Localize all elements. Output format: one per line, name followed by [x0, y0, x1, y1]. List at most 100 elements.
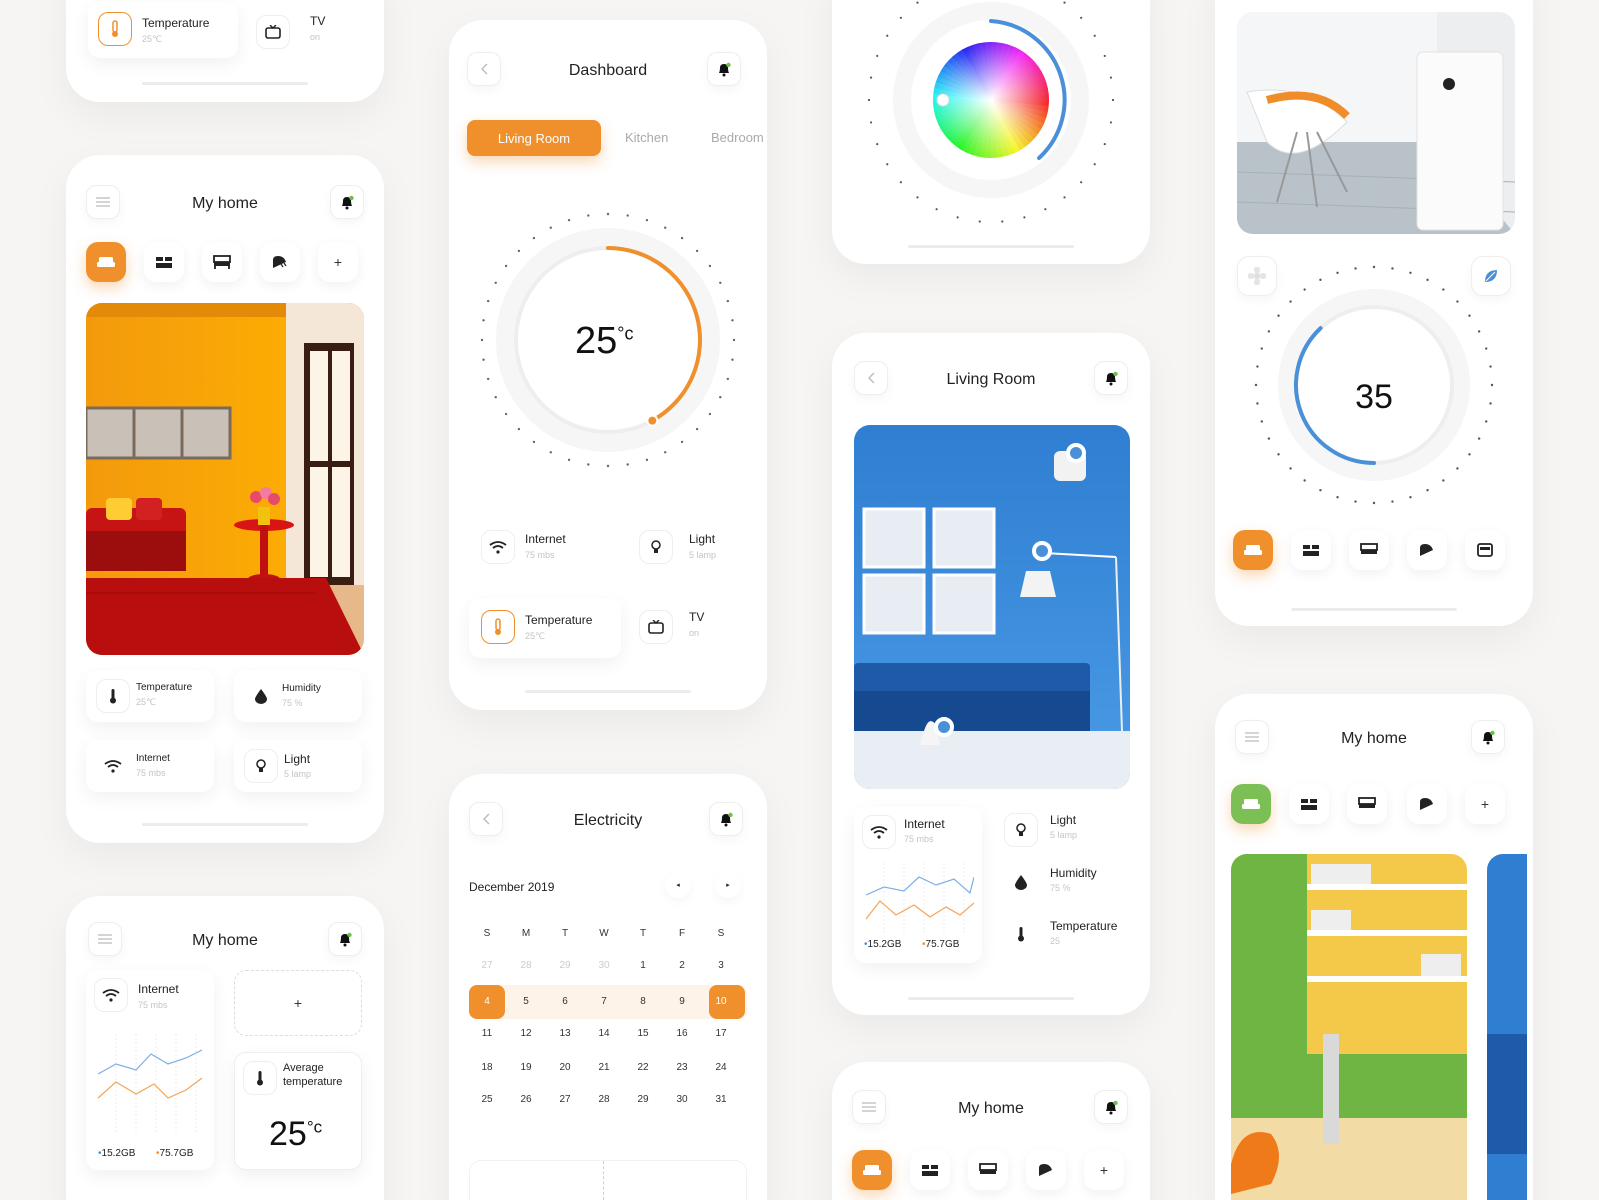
device-hotspot[interactable]	[934, 717, 954, 737]
calendar-day[interactable]: 18	[471, 1062, 503, 1073]
room-bedroom-button[interactable]	[1347, 784, 1387, 824]
tab-living-room[interactable]: Living Room	[467, 120, 601, 156]
bulb-icon[interactable]	[639, 530, 673, 564]
calendar-day[interactable]: 9	[666, 996, 698, 1007]
average-temperature-tile[interactable]: Average temperature 25°c	[234, 1052, 362, 1170]
light-tile[interactable]: Light 5 lamp	[234, 740, 362, 792]
calendar-day[interactable]: 1	[627, 960, 659, 971]
calendar-day[interactable]: 24	[705, 1062, 737, 1073]
calendar-day[interactable]: 5	[510, 996, 542, 1007]
internet-chart-tile[interactable]: Internet 75 mbs •15.2GB •75.7GB	[86, 970, 214, 1170]
temperature-tile[interactable]: Temperature 25℃	[86, 670, 214, 722]
calendar-day[interactable]: 28	[510, 960, 542, 971]
device-hotspot[interactable]	[1066, 443, 1086, 463]
calendar-day[interactable]: 6	[549, 996, 581, 1007]
calendar-day[interactable]: 16	[666, 1028, 698, 1039]
calendar-day[interactable]: 30	[666, 1094, 698, 1105]
bulb-icon[interactable]	[1004, 813, 1038, 847]
calendar-day[interactable]: 28	[588, 1094, 620, 1105]
calendar-day[interactable]: 30	[588, 960, 620, 971]
calendar-day[interactable]: 25	[471, 1094, 503, 1105]
cabinet-icon	[1477, 543, 1493, 557]
bell-icon	[1106, 1100, 1118, 1114]
calendar-day[interactable]: 4	[471, 996, 503, 1007]
temperature-tile[interactable]: Temperature 25℃	[469, 598, 621, 658]
device-hotspot[interactable]	[1032, 541, 1052, 561]
room-bedroom-button[interactable]	[202, 242, 242, 282]
calendar-day[interactable]: 19	[510, 1062, 542, 1073]
add-room-button[interactable]: +	[1465, 784, 1505, 824]
calendar-day[interactable]: 8	[627, 996, 659, 1007]
calendar-day[interactable]: 3	[705, 960, 737, 971]
calendar-day[interactable]: 31	[705, 1094, 737, 1105]
room-living-button[interactable]	[852, 1150, 892, 1190]
calendar-day[interactable]: 23	[666, 1062, 698, 1073]
calendar-day[interactable]: 29	[549, 960, 581, 971]
calendar-day[interactable]: 11	[471, 1028, 503, 1039]
dial-tick	[726, 377, 730, 381]
add-device-button[interactable]: +	[234, 970, 362, 1036]
room-bedroom-button[interactable]	[968, 1150, 1008, 1190]
internet-tile[interactable]: Internet 75 mbs	[86, 740, 214, 792]
notification-button[interactable]	[1471, 720, 1505, 754]
tv-icon[interactable]	[639, 610, 673, 644]
calendar-day[interactable]: 21	[588, 1062, 620, 1073]
room-kitchen-button[interactable]	[1289, 784, 1329, 824]
calendar-day[interactable]: 15	[627, 1028, 659, 1039]
notification-button[interactable]	[328, 922, 362, 956]
add-room-button[interactable]: +	[1084, 1150, 1124, 1190]
notification-button[interactable]	[1094, 1090, 1128, 1124]
notification-button[interactable]	[707, 52, 741, 86]
room-bedroom-button[interactable]	[1349, 530, 1389, 570]
room-kitchen-button[interactable]	[1291, 530, 1331, 570]
room-bathroom-button[interactable]	[1407, 530, 1447, 570]
wifi-icon[interactable]	[481, 530, 515, 564]
room-kitchen-button[interactable]	[910, 1150, 950, 1190]
room-photo	[1231, 854, 1467, 1200]
tab-kitchen[interactable]: Kitchen	[625, 130, 668, 145]
temperature-tile[interactable]: Temperature 25℃	[88, 2, 238, 58]
calendar-day[interactable]: 29	[627, 1094, 659, 1105]
calendar-day[interactable]: 22	[627, 1062, 659, 1073]
calendar-day[interactable]: 13	[549, 1028, 581, 1039]
room-bathroom-button[interactable]	[260, 242, 300, 282]
calendar-day[interactable]: 26	[510, 1094, 542, 1105]
room-living-button[interactable]	[1233, 530, 1273, 570]
dial-tick	[587, 463, 590, 466]
notification-button[interactable]	[330, 185, 364, 219]
room-bathroom-button[interactable]	[1407, 784, 1447, 824]
room-bathroom-button[interactable]	[1026, 1150, 1066, 1190]
tv-icon[interactable]	[256, 15, 290, 49]
dial-tick	[1426, 488, 1429, 492]
calendar-day[interactable]: 17	[705, 1028, 737, 1039]
sofa-icon	[97, 257, 115, 267]
calendar-day[interactable]: 2	[666, 960, 698, 971]
next-month-button[interactable]: ▸	[715, 872, 741, 898]
calendar-weekday: M	[521, 928, 531, 939]
color-wheel-dial[interactable]	[856, 0, 1126, 230]
temperature-reading: 25°c	[575, 320, 634, 362]
notification-button[interactable]	[1094, 361, 1128, 395]
humidity-tile[interactable]: Humidity 75 %	[234, 670, 362, 722]
wifi-icon	[96, 749, 130, 783]
calendar-day[interactable]: 27	[471, 960, 503, 971]
tab-bedroom[interactable]: Bedroom	[711, 130, 764, 145]
shower-icon	[1420, 798, 1433, 810]
water-drop-icon[interactable]	[1004, 865, 1038, 899]
calendar-day[interactable]: 10	[705, 996, 737, 1007]
notification-button[interactable]	[709, 802, 743, 836]
room-kitchen-button[interactable]	[144, 242, 184, 282]
room-storage-button[interactable]	[1465, 530, 1505, 570]
calendar-day[interactable]: 14	[588, 1028, 620, 1039]
room-living-button[interactable]	[86, 242, 126, 282]
calendar-day[interactable]: 20	[549, 1062, 581, 1073]
add-room-button[interactable]: +	[318, 242, 358, 282]
room-living-button[interactable]	[1231, 784, 1271, 824]
thermometer-icon[interactable]	[1004, 917, 1038, 951]
dial-tick	[1103, 54, 1106, 58]
calendar-day[interactable]: 27	[549, 1094, 581, 1105]
prev-month-button[interactable]: ◂	[665, 872, 691, 898]
internet-chart-tile[interactable]: Internet 75 mbs •15.2GB •75.7GB	[854, 807, 982, 963]
calendar-day[interactable]: 12	[510, 1028, 542, 1039]
calendar-day[interactable]: 7	[588, 996, 620, 1007]
